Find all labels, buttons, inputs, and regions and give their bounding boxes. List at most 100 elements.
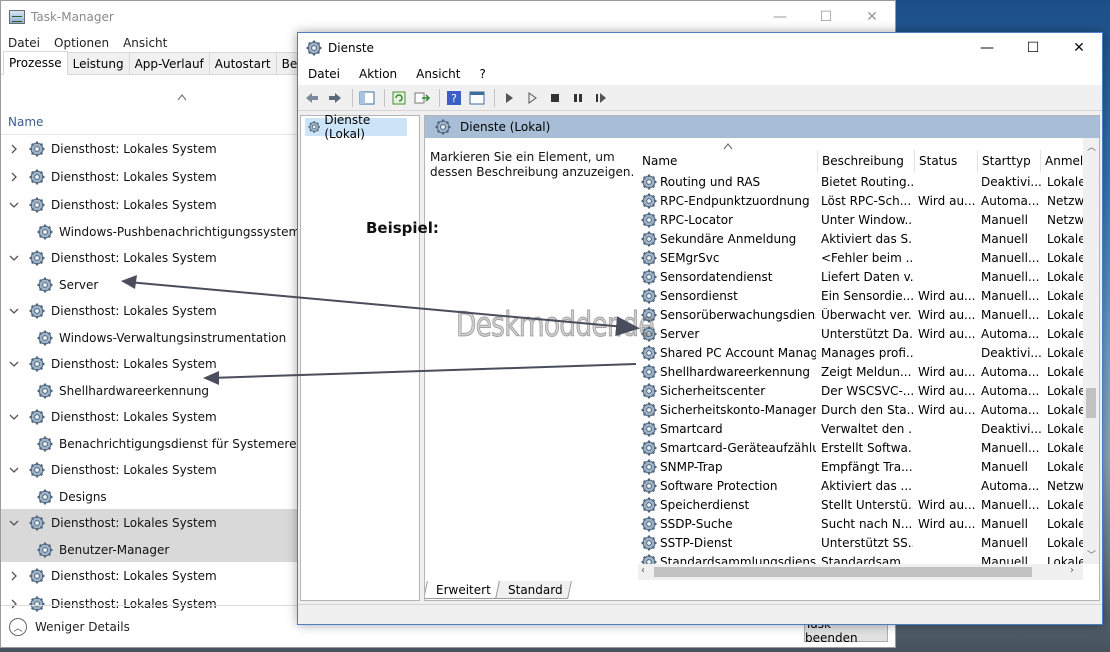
- process-group-row[interactable]: Diensthost: Lokales System: [1, 163, 301, 191]
- process-group-row[interactable]: Diensthost: Lokales System: [1, 297, 301, 325]
- process-group-row[interactable]: Diensthost: Lokales System: [1, 456, 301, 484]
- service-row[interactable]: Sensordatendienst Liefert Daten v... Manue…: [638, 268, 1099, 287]
- chevron-down-icon[interactable]: [9, 360, 19, 368]
- start-service-alt-icon[interactable]: [522, 88, 542, 108]
- chevron-down-icon[interactable]: [9, 201, 19, 209]
- process-group-row[interactable]: Diensthost: Lokales System: [1, 135, 301, 163]
- service-row[interactable]: Routing und RAS Bietet Routing... Deaktivi…: [638, 173, 1099, 192]
- service-row[interactable]: Smartcard Verwaltet den ... Deaktivi... Lok…: [638, 420, 1099, 439]
- minimize-button[interactable]: —: [757, 1, 803, 33]
- pause-service-icon[interactable]: [568, 88, 588, 108]
- process-group-row[interactable]: Diensthost: Lokales System: [1, 350, 301, 378]
- process-child-row[interactable]: Windows-Verwaltungsinstrumentation: [1, 325, 301, 350]
- process-child-row[interactable]: Windows-Pushbenachrichtigungssystemdiens…: [1, 219, 301, 244]
- service-row[interactable]: Software Protection Aktiviert das ... Auto…: [638, 477, 1099, 496]
- chevron-down-icon[interactable]: [9, 413, 19, 421]
- chevron-down-icon[interactable]: [9, 466, 19, 474]
- services-close-button[interactable]: ✕: [1056, 33, 1102, 63]
- tab-app-verlauf[interactable]: App-Verlauf: [128, 52, 210, 74]
- chevron-right-icon[interactable]: [9, 571, 19, 581]
- service-row[interactable]: Sensordienst Ein Sensordie... Wird au... Ma…: [638, 287, 1099, 306]
- scroll-down-icon[interactable]: ﹀: [1087, 548, 1096, 561]
- service-description: Sucht nach N...: [821, 517, 913, 531]
- chevron-right-icon[interactable]: [9, 144, 19, 154]
- process-group-row[interactable]: Diensthost: Lokales System: [1, 562, 301, 590]
- services-titlebar[interactable]: Dienste — ☐ ✕: [298, 33, 1102, 63]
- service-row[interactable]: SSTP-Dienst Unterstützt SS... Manuell Lokal…: [638, 534, 1099, 553]
- service-row[interactable]: Server Unterstützt Da... Wird au... Automa.…: [638, 325, 1099, 344]
- menu-aktion[interactable]: Aktion: [349, 67, 406, 81]
- service-row[interactable]: Speicherdienst Stellt Unterstü... Wird au.…: [638, 496, 1099, 515]
- services-minimize-button[interactable]: —: [964, 33, 1010, 63]
- process-child-row[interactable]: Server: [1, 272, 301, 297]
- chevron-down-icon[interactable]: [9, 254, 19, 262]
- tree-node-dienste-lokal[interactable]: Dienste (Lokal): [305, 113, 407, 141]
- process-group-row[interactable]: Diensthost: Lokales System: [1, 509, 301, 537]
- column-name[interactable]: Name: [638, 150, 818, 172]
- tab-autostart[interactable]: Autostart: [208, 52, 277, 74]
- column-status[interactable]: Status: [915, 150, 978, 172]
- properties-icon[interactable]: [467, 88, 487, 108]
- menu-optionen[interactable]: Optionen: [47, 36, 116, 50]
- menu-ansicht[interactable]: Ansicht: [406, 67, 469, 81]
- tab-prozesse[interactable]: Prozesse: [3, 51, 68, 75]
- chevron-down-icon[interactable]: [9, 307, 19, 315]
- refresh-icon[interactable]: [389, 88, 409, 108]
- service-row[interactable]: Shared PC Account Manager Manages profi..…: [638, 344, 1099, 363]
- menu-help[interactable]: ?: [469, 67, 494, 81]
- service-row[interactable]: RPC-Endpunktzuordnung Löst RPC-Sch... Wird…: [638, 192, 1099, 211]
- service-starttype: Automa...: [981, 479, 1040, 493]
- service-row[interactable]: Smartcard-Geräteaufzählun... Erstellt Sof…: [638, 439, 1099, 458]
- gear-icon: [641, 478, 657, 494]
- chevron-up-circle-icon[interactable]: ︿: [9, 618, 27, 636]
- process-group-row[interactable]: Diensthost: Lokales System: [1, 191, 301, 219]
- scroll-up-icon[interactable]: ︿: [1087, 140, 1096, 153]
- menu-datei[interactable]: Datei: [298, 67, 349, 81]
- scroll-right-icon[interactable]: ›: [1070, 565, 1074, 576]
- menu-datei[interactable]: Datei: [1, 36, 47, 50]
- less-details-link[interactable]: Weniger Details: [35, 620, 130, 634]
- horizontal-scroll-thumb[interactable]: [654, 567, 1032, 577]
- task-manager-titlebar[interactable]: Task-Manager — ☐ ✕: [1, 1, 895, 33]
- process-group-row[interactable]: Diensthost: Lokales System: [1, 403, 301, 431]
- start-service-icon[interactable]: [499, 88, 519, 108]
- column-starttyp[interactable]: Starttyp: [978, 150, 1041, 172]
- service-row[interactable]: SNMP-Trap Empfängt Tra... Manuell Lokale: [638, 458, 1099, 477]
- stop-service-icon[interactable]: [545, 88, 565, 108]
- forward-arrow-icon[interactable]: [325, 88, 345, 108]
- service-row[interactable]: Sicherheitskonto-Manager Durch den Sta...…: [638, 401, 1099, 420]
- chevron-down-icon[interactable]: [9, 519, 19, 527]
- restart-service-icon[interactable]: [591, 88, 611, 108]
- process-child-row[interactable]: Shellhardwareerkennung: [1, 378, 301, 403]
- service-row[interactable]: Sekundäre Anmeldung Aktiviert das S... Man…: [638, 230, 1099, 249]
- service-row[interactable]: SSDP-Suche Sucht nach N... Wird au... Manue…: [638, 515, 1099, 534]
- process-child-row[interactable]: Benachrichtigungsdienst für Systemereign…: [1, 431, 301, 456]
- tab-leistung[interactable]: Leistung: [66, 52, 130, 74]
- service-row[interactable]: Standardsammlungsdienst ... Standardsam..…: [638, 553, 1099, 564]
- service-row[interactable]: Sensorüberwachungsdienst Überwacht ver...…: [638, 306, 1099, 325]
- vertical-scroll-thumb[interactable]: [1086, 388, 1096, 418]
- chevron-right-icon[interactable]: [9, 172, 19, 182]
- vertical-scrollbar[interactable]: ︿ ﹀: [1083, 138, 1099, 564]
- menu-ansicht[interactable]: Ansicht: [116, 36, 174, 50]
- service-row[interactable]: Sicherheitscenter Der WSCSVC-... Wird au..…: [638, 382, 1099, 401]
- service-row[interactable]: Shellhardwareerkennung Zeigt Meldun... Wir…: [638, 363, 1099, 382]
- column-header-name[interactable]: Name: [8, 115, 43, 129]
- process-child-row[interactable]: Benutzer-Manager: [1, 537, 301, 562]
- service-row[interactable]: SEMgrSvc <Fehler beim ... Manuell... Lokale: [638, 249, 1099, 268]
- close-button[interactable]: ✕: [849, 1, 895, 33]
- horizontal-scrollbar[interactable]: ‹ ›: [638, 564, 1083, 580]
- process-child-row[interactable]: Designs: [1, 484, 301, 509]
- tab-erweitert[interactable]: Erweitert: [425, 581, 500, 599]
- maximize-button[interactable]: ☐: [803, 1, 849, 33]
- services-maximize-button[interactable]: ☐: [1010, 33, 1056, 63]
- process-group-row[interactable]: Diensthost: Lokales System: [1, 244, 301, 272]
- scroll-left-icon[interactable]: ‹: [641, 565, 645, 576]
- help-icon[interactable]: ?: [444, 88, 464, 108]
- export-list-icon[interactable]: [412, 88, 432, 108]
- console-tree-icon[interactable]: [357, 88, 377, 108]
- column-beschreibung[interactable]: Beschreibung: [818, 150, 915, 172]
- service-row[interactable]: RPC-Locator Unter Window... Manuell Netzw: [638, 211, 1099, 230]
- back-arrow-icon[interactable]: [302, 88, 322, 108]
- tab-standard[interactable]: Standard: [494, 581, 572, 599]
